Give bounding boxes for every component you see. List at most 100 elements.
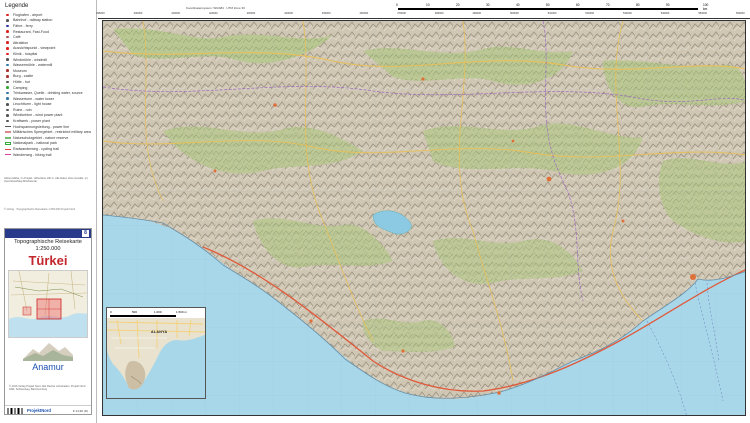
inset-city-map: ALANYA <box>107 318 205 398</box>
legend-item-label: Flughafen - airport <box>13 12 43 17</box>
legend-item-label: Wasserturm - water tower <box>13 96 55 101</box>
inset-scale-tick-label: 1.000 <box>154 310 162 314</box>
scale-tick-label: 20 <box>456 3 460 7</box>
legend-symbol-icon <box>4 103 11 107</box>
coordinate-tick-label: 440000 <box>284 12 293 15</box>
legend-item-label: Camping <box>13 85 28 90</box>
legend-item-label: Nationalpark - national park <box>13 141 57 146</box>
legend-item-label: Naturschutzgebiet - nature reserve <box>13 135 69 140</box>
cover-overview-map <box>8 270 88 338</box>
inset-scale-tick-label: 0 <box>110 310 112 314</box>
map-caption: Koordinatensystem: WGS84 · UTM Zone 36 <box>186 6 245 10</box>
legend-symbol-icon <box>4 142 11 146</box>
sidebar-credit: © Verlag · Topographische Reisekarte 1:2… <box>4 208 76 211</box>
coordinate-tick-label: 450000 <box>321 12 331 15</box>
legend-item: Wanderweg - hiking trail <box>4 152 96 158</box>
scale-bar-line <box>398 8 698 10</box>
legend-symbol-icon <box>4 80 11 84</box>
scale-unit: 100 km <box>703 3 709 11</box>
map-frame: Koordinatensystem: WGS84 · UTM Zone 36 0… <box>96 0 750 423</box>
inset-map-alanya: 0 500 1.000 1.500 m ALANYA <box>106 307 206 399</box>
coordinate-tick-label: 520000 <box>585 12 595 15</box>
coordinate-tick-label: 410000 <box>171 12 180 15</box>
legend-symbol-icon <box>4 35 11 39</box>
legend-item-label: Café <box>13 35 21 40</box>
coordinate-tick-label: 396000 <box>96 12 105 15</box>
legend-symbol-icon <box>4 136 11 140</box>
legend-symbol-icon <box>4 86 11 90</box>
legend-item-label: Bahnhof - railway station <box>13 18 53 23</box>
legend-item-label: Klinik - hospital <box>13 51 38 56</box>
scale-tick-label: 80 <box>636 3 640 7</box>
legend-symbol-icon <box>4 41 11 45</box>
legend-symbol-icon <box>4 63 11 67</box>
legend-item-label: Hochspannungsleitung - power line <box>13 124 70 129</box>
legend-symbol-icon <box>4 30 11 34</box>
legend-item-label: Radwanderweg - cycling trail <box>13 147 59 152</box>
coordinate-tick-label: 540000 <box>660 12 670 15</box>
legend-note: Höhen-Maße, Im Projekt. Höhenlinie 100 m… <box>4 177 88 184</box>
legend-item-label: Ruine - ruin <box>13 107 32 112</box>
legend-symbol-icon <box>4 108 11 112</box>
coordinate-tick-label: 500000 <box>510 12 519 15</box>
legend-item-label: Restaurant, Fast-Food <box>13 29 49 34</box>
legend-panel: Legende Flughafen - airport Bahnhof - rai… <box>0 0 97 423</box>
legend-symbol-icon <box>4 147 11 151</box>
scale-tick-label: 0 <box>396 3 398 7</box>
cover-imprint: © 2016 Verlag Projekt Nord. Alle Rechte … <box>9 385 86 392</box>
coordinate-ruler-top: 396000 400000 410000 420000 430000 440000 4500… <box>96 12 750 19</box>
scale-tick-label: 60 <box>576 3 580 7</box>
legend-item-label: Wanderweg - hiking trail <box>13 152 52 157</box>
scale-tick-label: 30 <box>486 3 490 7</box>
legend-item-label: Kraftwerk - power plant <box>13 119 50 124</box>
coordinate-tick-label: 460000 <box>359 12 369 15</box>
inset-scale-tick-label: 1.500 m <box>176 310 187 314</box>
legend-symbol-icon <box>4 97 11 101</box>
cover-footer: ProjektNord € 14,90 (D) <box>5 405 91 414</box>
scale-tick-label: 10 <box>426 3 430 7</box>
cover-scale: 1:250.000 <box>35 246 61 252</box>
legend-symbol-icon <box>4 19 11 23</box>
inset-scale-line <box>110 315 176 317</box>
cover-map-name: Anamur <box>32 362 64 372</box>
coordinate-tick-label: 430000 <box>246 12 256 15</box>
legend-item-label: Museum <box>13 68 27 73</box>
legend-item: Trinkwasser, Quelle - drinking water, so… <box>4 90 96 96</box>
legend-symbol-icon <box>4 69 11 73</box>
map-sheet: Legende Flughafen - airport Bahnhof - rai… <box>0 0 750 423</box>
legend-item-label: Leuchtturm - light house <box>13 102 52 107</box>
legend-symbol-icon <box>4 13 11 17</box>
legend-item-label: Aussichtspunkt - viewpoint <box>13 46 56 51</box>
coordinate-tick-label: 530000 <box>623 12 632 15</box>
cover-header-bar: 8 <box>5 229 91 238</box>
legend-symbol-icon <box>4 75 11 79</box>
legend-item-label: Attraktion <box>13 40 29 45</box>
cover-landscape-icon <box>23 343 73 361</box>
cover-price: € 14,90 (D) <box>72 409 88 413</box>
coordinate-tick-label: 550000 <box>698 12 707 15</box>
legend-symbol-icon <box>4 130 11 134</box>
legend-item: Militärisches Sperrgebiet - restricted m… <box>4 129 96 135</box>
legend-item-label: Fähre - ferry <box>13 23 33 28</box>
legend-item-label: Windturbine - wind power plant <box>13 113 63 118</box>
map-canvas[interactable]: 0 500 1.000 1.500 m ALANYA <box>102 20 746 416</box>
legend-item-label: Trinkwasser, Quelle - drinking water, so… <box>13 91 83 96</box>
coordinate-tick-label: 490000 <box>472 12 482 15</box>
publisher-logo: ProjektNord <box>27 408 51 413</box>
coordinate-tick-label: 470000 <box>397 12 406 15</box>
inset-city-label: ALANYA <box>151 330 168 334</box>
cover-country: Türkei <box>28 253 68 268</box>
legend-symbol-icon <box>4 119 11 123</box>
legend-symbol-icon <box>4 91 11 95</box>
inset-scale-bar: 0 500 1.000 1.500 m <box>110 310 190 318</box>
legend-title: Legende <box>5 3 29 9</box>
legend-symbol-icon <box>4 114 11 118</box>
coordinate-tick-label: 480000 <box>434 12 444 15</box>
legend-list: Flughafen - airport Bahnhof - railway sta… <box>4 12 96 157</box>
barcode-icon <box>7 408 23 414</box>
legend-symbol-icon <box>4 125 11 129</box>
scale-tick-label: 70 <box>606 3 610 7</box>
legend-symbol-icon <box>4 58 11 62</box>
coordinate-tick-label: 510000 <box>547 12 557 15</box>
scale-tick-label: 90 <box>666 3 670 7</box>
